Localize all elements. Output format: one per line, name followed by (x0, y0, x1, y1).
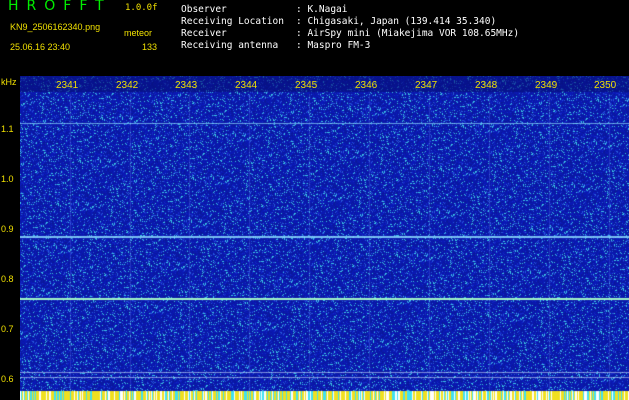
info-header: HROFFT 1.0.0f KN9_2506162340.png 25.06.1… (0, 0, 629, 76)
file-datetime: 25.06.16 23:40 (10, 42, 71, 52)
x-tick-label: 2343 (175, 80, 198, 91)
x-tick-label: 2350 (594, 80, 617, 91)
antenna-value: : Maspro FM-3 (296, 40, 371, 51)
x-tick-label: 2346 (355, 80, 378, 91)
app-title: HROFFT (8, 0, 112, 14)
x-tick-label: 2348 (475, 80, 498, 91)
x-tick-label: 2345 (295, 80, 318, 91)
receiver-value: : AirSpy mini (Miakejima VOR 108.65MHz) (296, 28, 520, 39)
spectrogram-panel: kHz 1.1 1.0 0.9 0.8 0.7 0.6 2341 2342 23… (0, 76, 629, 400)
antenna-label: Receiving antenna (181, 40, 279, 51)
y-tick-label: 1.1 (1, 124, 14, 134)
x-tick-label: 2342 (116, 80, 139, 91)
y-tick-label: 0.9 (1, 224, 14, 234)
location-label: Receiving Location (181, 16, 284, 27)
y-tick-label: 1.0 (1, 174, 14, 184)
detection-count: 133 (142, 42, 158, 52)
observer-value: : K.Nagai (296, 4, 348, 15)
location-value: : Chigasaki, Japan (139.414 35.340) (296, 16, 497, 27)
y-tick-label: 0.6 (1, 374, 14, 384)
app-version: 1.0.0f (125, 3, 158, 13)
receiver-label: Receiver (181, 28, 227, 39)
y-tick-label: 0.7 (1, 324, 14, 334)
x-tick-label: 2341 (56, 80, 79, 91)
spectrogram-canvas (20, 76, 629, 400)
x-tick-label: 2349 (535, 80, 558, 91)
y-axis-unit: kHz (1, 77, 17, 87)
y-tick-label: 0.8 (1, 274, 14, 284)
x-tick-label: 2347 (415, 80, 438, 91)
frequency-axis: kHz 1.1 1.0 0.9 0.8 0.7 0.6 (0, 76, 20, 400)
observer-label: Observer (181, 4, 227, 15)
file-name: KN9_2506162340.png (10, 22, 101, 32)
detection-label: meteor (124, 28, 153, 38)
x-tick-label: 2344 (235, 80, 258, 91)
